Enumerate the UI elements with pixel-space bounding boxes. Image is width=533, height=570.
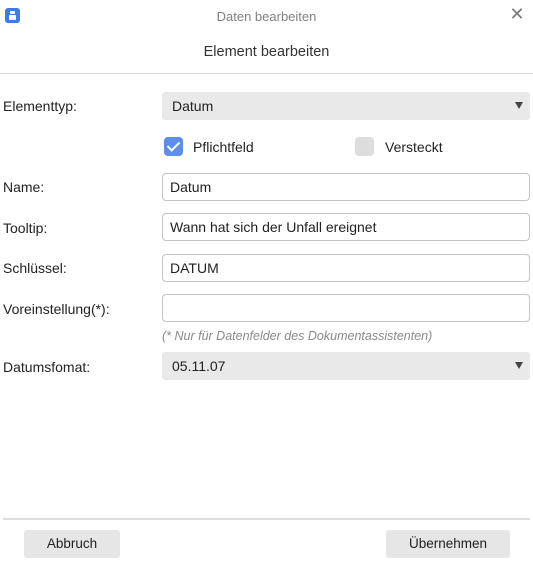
close-icon[interactable]: ✕ [507,4,527,24]
footer-divider [3,518,530,520]
cancel-button[interactable]: Abbruch [24,530,120,558]
date-format-value: 05.11.07 [172,358,226,374]
name-input[interactable] [162,173,530,201]
apply-button[interactable]: Übernehmen [386,530,510,558]
tooltip-input[interactable] [162,213,530,241]
name-label: Name: [3,179,45,195]
required-label: Pflichtfeld [193,139,254,155]
dropdown-arrow-icon [515,102,523,109]
required-checkbox[interactable] [164,137,183,156]
dialog-heading: Element bearbeiten [203,44,330,60]
default-input[interactable] [162,294,530,322]
element-type-select[interactable]: Datum [162,92,530,120]
key-label: Schlüssel: [3,260,67,276]
hidden-label: Versteckt [385,139,443,155]
key-input[interactable] [162,254,530,282]
element-type-value: Datum [172,98,214,114]
hidden-checkbox[interactable] [355,137,374,156]
default-label: Voreinstellung(*): [3,301,110,317]
header-divider [0,73,533,74]
date-format-label: Datumsfomat: [3,359,91,375]
element-type-label: Elementtyp: [3,98,77,114]
dropdown-arrow-icon [515,362,523,369]
window-title: Daten bearbeiten [216,9,317,24]
default-hint: (* Nur für Datenfelder des Dokumentassis… [162,329,433,343]
date-format-select[interactable]: 05.11.07 [162,352,530,380]
tooltip-label: Tooltip: [3,220,48,236]
title-bar: Daten bearbeiten ✕ [0,0,533,34]
